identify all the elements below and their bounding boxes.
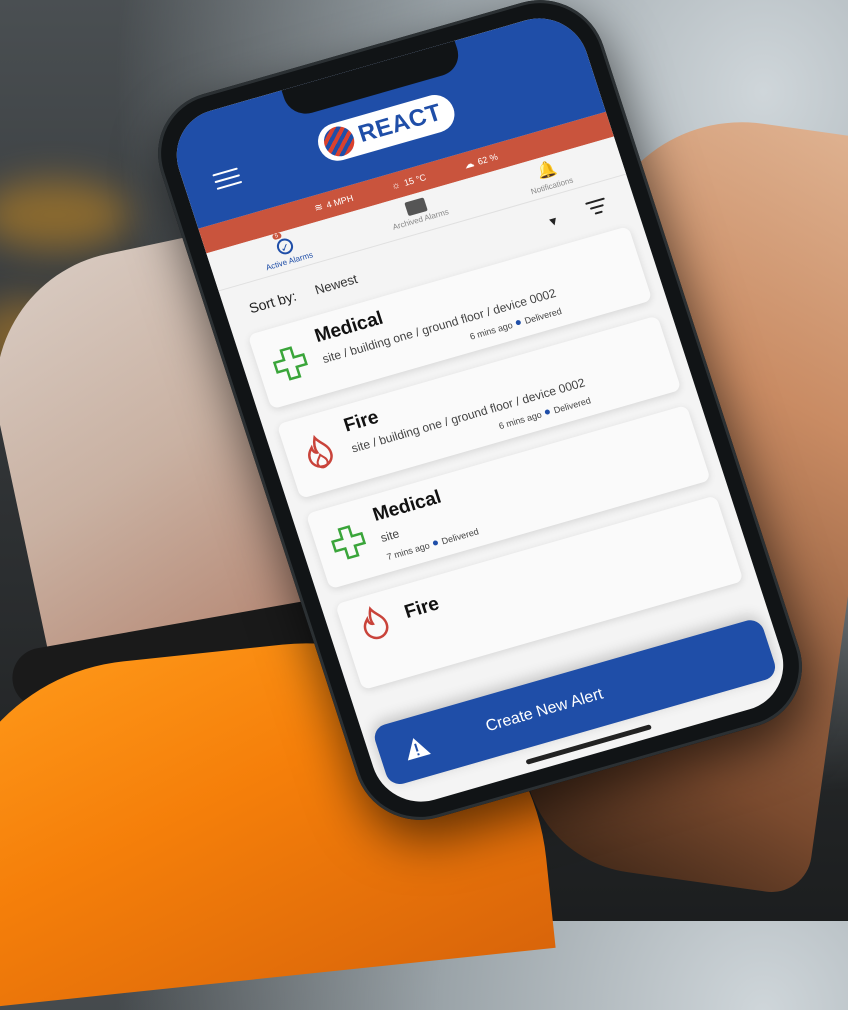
medical-cross-icon — [331, 525, 367, 560]
status-dot — [515, 319, 522, 326]
warning-icon — [407, 738, 431, 761]
hamburger-menu-icon[interactable] — [212, 167, 243, 190]
cloud-icon: ☁ — [462, 157, 476, 172]
chevron-down-icon[interactable]: ▼ — [545, 213, 561, 230]
thermometer-icon: ☼ — [389, 178, 403, 192]
status-dot — [544, 409, 551, 416]
weather-wind: ≋ 4 MPH — [312, 193, 355, 215]
sort-select[interactable]: Newest — [313, 271, 359, 297]
status-dot — [432, 539, 439, 546]
weather-temperature: ☼ 15 °C — [389, 172, 428, 192]
create-alert-label: Create New Alert — [483, 685, 606, 736]
background-light — [0, 180, 130, 250]
alert-title: Fire — [401, 592, 442, 623]
tab-notifications[interactable]: 🔔 Notifications — [524, 157, 575, 196]
weather-humidity: ☁ 62 % — [462, 151, 500, 172]
filter-icon[interactable] — [585, 197, 610, 221]
wind-icon: ≋ — [312, 201, 325, 215]
fire-icon — [363, 605, 389, 639]
medical-cross-icon — [272, 346, 309, 381]
sort-label: Sort by: — [247, 287, 299, 317]
logo-mark-icon — [320, 123, 359, 160]
fire-icon — [308, 435, 333, 469]
logo-text: REACT — [354, 98, 446, 149]
